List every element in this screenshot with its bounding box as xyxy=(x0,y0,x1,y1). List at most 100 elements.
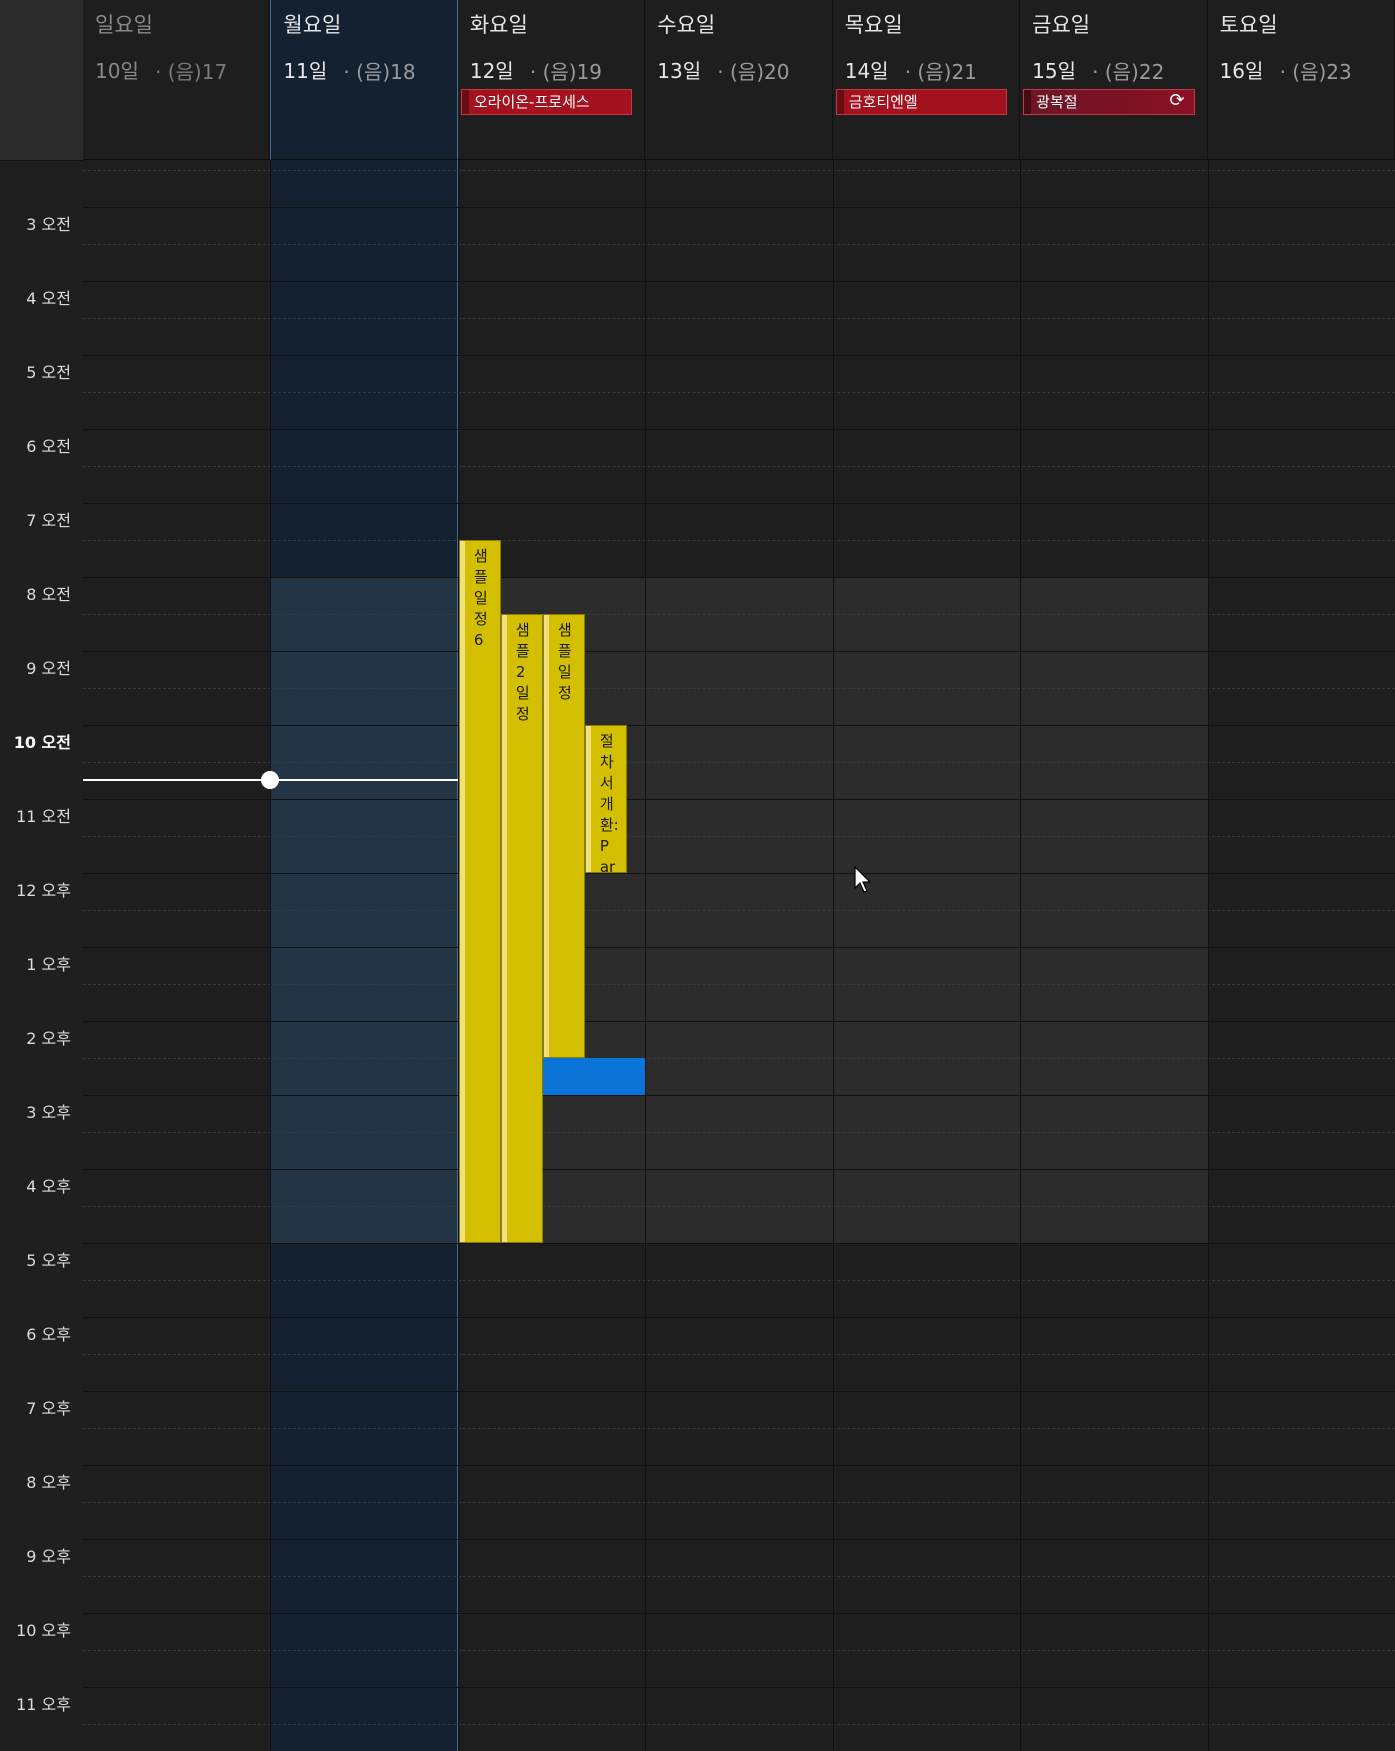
half-hour-line xyxy=(83,1649,1395,1651)
allday-event-title: 오라이온-프로세스 xyxy=(473,93,590,111)
half-hour-line xyxy=(83,1501,1395,1503)
sync-icon: ⟳ xyxy=(1169,90,1185,111)
half-hour-line xyxy=(83,465,1395,467)
day-divider xyxy=(1020,160,1022,1751)
selected-time-slot[interactable] xyxy=(542,1057,646,1095)
time-label: 12 오후 xyxy=(16,880,71,900)
lunar-date: · (음)21 xyxy=(904,60,977,84)
day-column-6[interactable] xyxy=(1207,160,1395,1751)
hour-line xyxy=(83,354,1395,356)
hour-line xyxy=(83,798,1395,800)
calendar-event[interactable]: 샘플일정 xyxy=(542,613,585,1058)
half-hour-line xyxy=(83,1131,1395,1133)
hour-line xyxy=(83,1094,1395,1096)
event-title: 샘플2일정 xyxy=(515,620,530,723)
allday-event[interactable]: 오라이온-프로세스 xyxy=(460,89,633,115)
day-divider xyxy=(832,160,834,1751)
day-column-0[interactable] xyxy=(83,160,271,1751)
day-divider xyxy=(1207,160,1209,1751)
day-name: 금요일 xyxy=(1032,13,1091,37)
half-hour-line xyxy=(83,1723,1395,1725)
allday-event-title: 금호티엔엘 xyxy=(848,93,918,111)
time-label: 11 오후 xyxy=(16,1694,71,1714)
time-label: 6 오후 xyxy=(26,1324,71,1344)
lunar-date: · (음)23 xyxy=(1279,60,1352,84)
half-hour-line xyxy=(83,983,1395,985)
day-name: 일요일 xyxy=(95,13,153,37)
hour-line xyxy=(83,1168,1395,1170)
day-header-3[interactable]: 수요일 13일 · (음)20 xyxy=(645,0,833,160)
hour-line xyxy=(83,1612,1395,1614)
time-label: 4 오후 xyxy=(26,1176,71,1196)
half-hour-line xyxy=(83,687,1395,689)
hour-line xyxy=(83,1316,1395,1318)
day-divider xyxy=(270,160,272,1751)
allday-event[interactable]: 광복절 ⟳ xyxy=(1023,89,1195,115)
day-name: 월요일 xyxy=(283,13,342,37)
time-label: 9 오후 xyxy=(26,1546,71,1566)
event-title: 샘플일정 xyxy=(557,620,572,702)
calendar-week-view: 일요일 10일 · (음)17 월요일 11일 · (음)18 화요일 12일 · (음)19 수… xyxy=(0,0,1395,1751)
half-hour-line xyxy=(83,539,1395,541)
hour-line xyxy=(83,1242,1395,1244)
day-header-6[interactable]: 토요일 16일 · (음)23 xyxy=(1207,0,1395,160)
time-label: 5 오전 xyxy=(26,362,71,382)
hour-line xyxy=(83,428,1395,430)
hour-line xyxy=(83,1464,1395,1466)
hour-line xyxy=(83,1020,1395,1022)
time-label: 10 오후 xyxy=(16,1620,71,1640)
half-hour-line xyxy=(83,1575,1395,1577)
time-label: 4 오전 xyxy=(26,288,71,308)
time-label: 8 오전 xyxy=(26,584,71,604)
half-hour-line xyxy=(83,761,1395,763)
calendar-event[interactable]: 샘플일정6 xyxy=(458,539,501,1243)
time-label: 11 오전 xyxy=(16,806,71,826)
half-hour-line xyxy=(83,909,1395,911)
half-hour-line xyxy=(83,391,1395,393)
hour-line xyxy=(83,576,1395,578)
half-hour-line xyxy=(83,613,1395,615)
day-date: 10일 xyxy=(95,59,139,83)
day-name: 토요일 xyxy=(1219,13,1278,37)
time-grid[interactable]: 샘플일정6 샘플2일정 샘플일정절차서개환:Par xyxy=(83,160,1395,1751)
lunar-date: · (음)18 xyxy=(343,60,416,84)
time-label: 5 오후 xyxy=(26,1250,71,1270)
hour-line xyxy=(83,724,1395,726)
allday-event[interactable]: 금호티엔엘 xyxy=(835,89,1008,115)
day-date: 13일 xyxy=(657,59,702,83)
half-hour-line xyxy=(83,1057,1395,1059)
lunar-date: · (음)17 xyxy=(155,60,228,84)
hour-line xyxy=(83,1538,1395,1540)
hour-line xyxy=(83,1390,1395,1392)
time-label: 6 오전 xyxy=(26,436,71,456)
time-label: 1 오후 xyxy=(26,954,71,974)
day-date: 16일 xyxy=(1219,59,1264,83)
day-header-0[interactable]: 일요일 10일 · (음)17 xyxy=(83,0,271,160)
day-date: 15일 xyxy=(1032,59,1076,83)
day-header-2[interactable]: 화요일 12일 · (음)19 xyxy=(457,0,646,160)
time-label: 7 오전 xyxy=(26,510,71,530)
calendar-event[interactable]: 절차서개환:Par xyxy=(584,724,627,873)
day-header-4[interactable]: 목요일 14일 · (음)21 xyxy=(832,0,1021,160)
time-label: 8 오후 xyxy=(26,1472,71,1492)
day-divider xyxy=(645,160,647,1751)
time-label: 3 오전 xyxy=(26,214,71,234)
day-date: 14일 xyxy=(844,59,889,83)
calendar-event[interactable]: 샘플2일정 xyxy=(500,613,543,1243)
time-label: 2 오후 xyxy=(26,1028,71,1048)
day-header-5[interactable]: 금요일 15일 · (음)22 xyxy=(1020,0,1208,160)
header-corner xyxy=(0,0,84,161)
lunar-date: · (음)19 xyxy=(529,60,603,84)
allday-event-title: 광복절 xyxy=(1036,93,1078,111)
day-name: 수요일 xyxy=(657,13,716,37)
hour-line xyxy=(83,206,1395,208)
half-hour-line xyxy=(83,317,1395,319)
time-label: 9 오전 xyxy=(26,658,71,678)
half-hour-line xyxy=(83,169,1395,171)
time-label: 10 오전 xyxy=(13,732,71,752)
event-title: 절차서개환:Par xyxy=(599,731,619,873)
half-hour-line xyxy=(83,1279,1395,1281)
hour-line xyxy=(83,872,1395,874)
day-header-1[interactable]: 월요일 11일 · (음)18 xyxy=(270,0,458,160)
day-date: 12일 xyxy=(469,59,514,83)
